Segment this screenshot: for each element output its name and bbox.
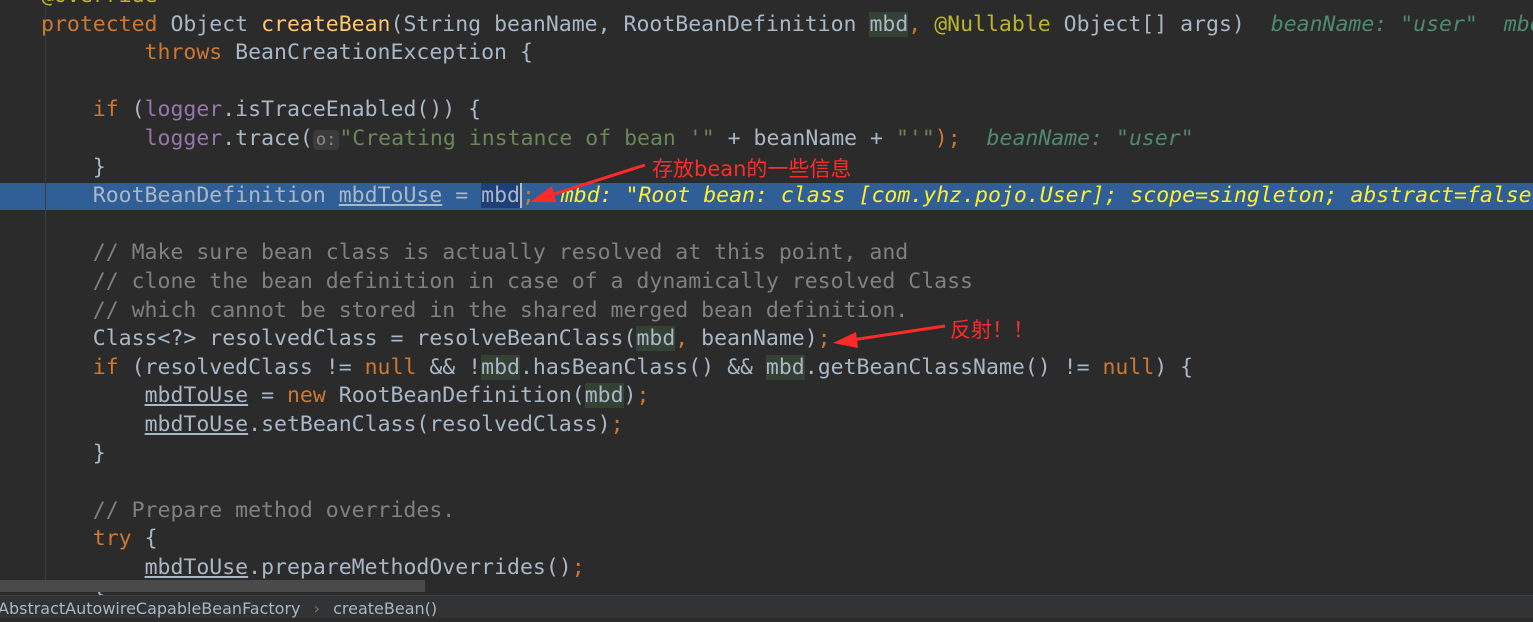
code-line[interactable]: RootBeanDefinition mbdToUse = mbd; mbd: … <box>41 182 1533 211</box>
code-line[interactable]: // clone the bean definition in case of … <box>41 268 1533 297</box>
code-line[interactable]: logger.trace(o: "Creating instance of bea… <box>41 125 1533 154</box>
code-line[interactable]: throws BeanCreationException { <box>41 39 1533 68</box>
code-token: new <box>286 383 339 409</box>
code-line[interactable]: } <box>41 440 1533 469</box>
code-token: && ! <box>429 354 482 380</box>
code-token: = <box>442 183 482 209</box>
parameter-hint: o: <box>312 129 340 150</box>
code-token: .isTraceEnabled()) { <box>222 97 482 123</box>
code-token: } <box>41 440 106 466</box>
code-line[interactable]: if (resolvedClass != null && !mbd.hasBea… <box>41 354 1533 383</box>
inline-debug-value: mbd: "Root bean: class [com.yhz.pojo.Use… <box>534 183 1532 209</box>
code-token: Class<?> resolvedClass = resolveBeanClas… <box>41 326 637 352</box>
code-token: .prepareMethodOverrides() <box>248 554 572 580</box>
code-line[interactable]: mbdToUse.prepareMethodOverrides(); <box>41 554 1533 583</box>
code-token: try <box>41 526 145 552</box>
code-token: // clone the bean definition in case of … <box>41 268 973 294</box>
code-token: mbd <box>584 383 624 409</box>
code-token: , <box>908 11 935 37</box>
code-token: Object[] args) <box>1063 11 1271 37</box>
code-token: mbdToUse <box>144 383 249 409</box>
code-token: mbd <box>481 183 520 209</box>
code-token: (resolvedClass != <box>131 354 365 380</box>
code-token: RootBeanDefinition <box>41 183 339 209</box>
breadcrumb-method[interactable]: createBean() <box>333 596 437 622</box>
code-token: BeanCreationException { <box>235 40 533 66</box>
code-line[interactable] <box>41 468 1533 497</box>
horizontal-scrollbar[interactable] <box>0 580 425 592</box>
code-line[interactable]: // Prepare method overrides. <box>41 497 1533 526</box>
inline-debug-value: beanName: "user" <box>960 125 1194 151</box>
code-token: + beanName + <box>714 125 896 151</box>
code-token: beanName) <box>701 326 818 352</box>
code-token: mbd <box>869 11 909 37</box>
code-token: // which cannot be stored in the shared … <box>41 297 909 323</box>
code-token: mbdToUse <box>338 183 443 209</box>
code-line[interactable]: @Override <box>41 0 1533 11</box>
code-line[interactable]: protected Object createBean(String beanN… <box>41 11 1533 40</box>
breadcrumb: AbstractAutowireCapableBeanFactory › cre… <box>0 595 1533 618</box>
code-token: .setBeanClass(resolvedClass) <box>248 411 611 437</box>
code-token: createBean <box>261 11 391 37</box>
breadcrumb-class[interactable]: AbstractAutowireCapableBeanFactory <box>0 596 301 622</box>
code-token: ) <box>623 383 637 409</box>
code-token: if <box>41 354 132 380</box>
code-token: // Make sure bean class is actually reso… <box>41 240 909 266</box>
code-token: Object <box>170 11 262 37</box>
code-token: RootBeanDefinition( <box>338 383 585 409</box>
code-token: } <box>41 154 106 180</box>
code-token: .trace( <box>222 125 313 151</box>
code-token: logger <box>144 97 223 123</box>
annotation-bean-info: 存放bean的一些信息 <box>652 157 852 181</box>
code-token: mbd <box>636 326 676 352</box>
code-token: if <box>41 97 132 123</box>
code-token: mbdToUse <box>144 411 249 437</box>
code-token: ; <box>519 183 535 209</box>
code-token: .hasBeanClass() && <box>519 354 766 380</box>
code-token: mbd <box>765 354 805 380</box>
code-line[interactable]: Class<?> resolvedClass = resolveBeanClas… <box>41 325 1533 354</box>
code-token: ; <box>636 383 650 409</box>
code-line[interactable]: mbdToUse = new RootBeanDefinition(mbd); <box>41 382 1533 411</box>
code-token: "'" <box>895 125 935 151</box>
code-token: { <box>144 526 158 552</box>
code-token: ; <box>610 411 624 437</box>
code-token: , <box>675 326 702 352</box>
code-token: ( <box>131 97 145 123</box>
code-line[interactable]: try { <box>41 525 1533 554</box>
code-token: @Override <box>41 0 158 8</box>
code-editor[interactable]: @Override protected Object createBean(Str… <box>41 0 1533 611</box>
code-token: mbdToUse <box>144 554 249 580</box>
code-token: null <box>1102 354 1155 380</box>
code-line[interactable]: mbdToUse.setBeanClass(resolvedClass); <box>41 411 1533 440</box>
code-token: @Nullable <box>934 11 1064 37</box>
breadcrumb-separator-icon: › <box>313 599 321 618</box>
code-token: (String beanName, RootBeanDefinition <box>390 11 870 37</box>
code-token: mbd <box>481 354 520 380</box>
code-token: protected <box>41 11 171 37</box>
code-token: ) { <box>1154 354 1194 380</box>
inline-debug-value: beanName: "user" mbd <box>1270 11 1533 37</box>
code-token: "Creating instance of bean '" <box>339 125 715 151</box>
annotation-reflection: 反射！！ <box>950 318 1034 342</box>
code-token: logger <box>144 125 223 151</box>
code-token: ; <box>571 554 585 580</box>
code-line[interactable]: if (logger.isTraceEnabled()) { <box>41 96 1533 125</box>
code-line[interactable] <box>41 211 1533 240</box>
code-token: .getBeanClassName() != <box>804 354 1103 380</box>
code-token: ); <box>934 125 961 151</box>
code-token: // Prepare method overrides. <box>41 497 456 523</box>
code-token: null <box>364 354 430 380</box>
code-token: ; <box>817 326 831 352</box>
code-line[interactable]: // which cannot be stored in the shared … <box>41 297 1533 326</box>
code-line[interactable]: // Make sure bean class is actually reso… <box>41 239 1533 268</box>
code-line[interactable] <box>41 68 1533 97</box>
code-token: = <box>248 383 287 409</box>
code-token: throws <box>41 40 236 66</box>
